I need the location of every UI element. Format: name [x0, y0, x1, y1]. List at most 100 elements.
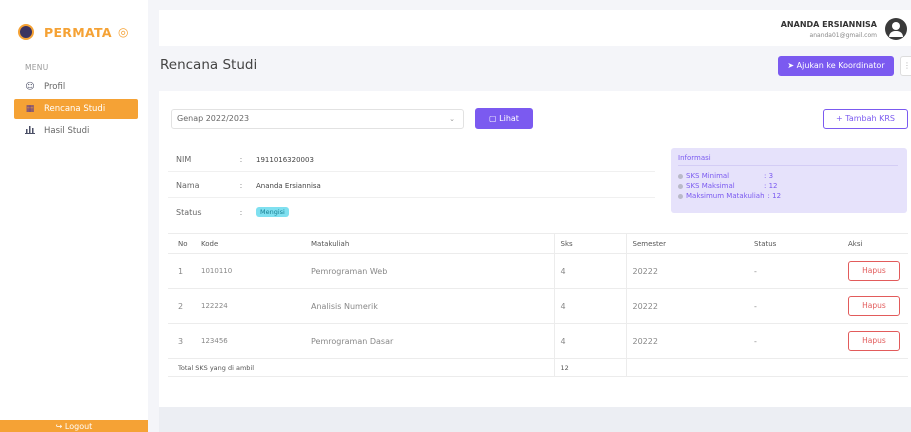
nama-value: Ananda Ersiannisa [256, 181, 321, 190]
informasi-item: SKS Minimal : 3 [678, 172, 773, 180]
nim-label: NIM [176, 155, 192, 164]
col-header-matakuliah: Matakuliah [311, 233, 554, 254]
sidebar-item-label: Hasil Studi [44, 126, 90, 136]
sidebar-item-label: Profil [44, 82, 66, 92]
hapus-button[interactable]: Hapus [848, 261, 900, 281]
book-icon: ▦ [25, 104, 35, 114]
cell-aksi: Hapus [840, 253, 908, 289]
menu-title: MENU [25, 63, 49, 72]
cell-kode: 1010110 [201, 253, 311, 289]
cell-status: - [748, 288, 840, 324]
cell-semester: 20222 [625, 323, 748, 359]
user-email: ananda01@gmail.com [809, 32, 877, 39]
cell-sks: 4 [553, 253, 626, 289]
brand-name: PERMATA [44, 24, 112, 40]
lihat-button[interactable]: ▢ Lihat [475, 108, 533, 129]
university-logo-icon [18, 24, 34, 40]
brand[interactable]: PERMATA [18, 24, 112, 40]
informasi-value: : 3 [764, 172, 774, 180]
status-row: Status : Mengisi [168, 200, 655, 224]
topbar: ANANDA ERSIANNISA ananda01@gmail.com [159, 10, 911, 46]
nama-label: Nama [176, 181, 200, 190]
nim-value: 1911016320003 [256, 155, 314, 164]
nama-row: Nama : Ananda Ersiannisa [168, 174, 655, 198]
user-icon: ☺ [25, 82, 35, 92]
col-header-kode: Kode [201, 233, 311, 254]
bullet-icon [678, 174, 683, 179]
table-header-row: No Kode Matakuliah Sks Semester Status A… [168, 233, 908, 254]
informasi-key: SKS Minimal [686, 172, 730, 180]
hapus-button[interactable]: Hapus [848, 296, 900, 316]
lihat-label: Lihat [499, 114, 519, 123]
cell-matakuliah: Pemrograman Dasar [311, 323, 554, 359]
more-options-button[interactable]: ⋮ [900, 56, 911, 76]
separator: : [239, 181, 243, 190]
bar-chart-icon [24, 125, 36, 137]
user-name: ANANDA ERSIANNISA [780, 20, 877, 29]
cell-aksi: Hapus [840, 323, 908, 359]
logout-button[interactable]: ↪ Logout [0, 420, 148, 432]
bullet-icon [678, 184, 683, 189]
col-header-no: No [168, 233, 201, 254]
send-icon: ➤ [787, 61, 795, 70]
tambah-label: Tambah KRS [845, 114, 895, 123]
status-label: Status [176, 207, 202, 217]
cell-status: - [748, 323, 840, 359]
sidebar-item-hasil-studi[interactable]: Hasil Studi [14, 121, 138, 141]
total-empty [748, 358, 908, 377]
cell-no: 2 [168, 288, 201, 324]
informasi-item: SKS Maksimal : 12 [678, 182, 778, 190]
nim-row: NIM : 1911016320003 [168, 148, 655, 172]
col-header-sks: Sks [553, 233, 626, 254]
col-header-status: Status [748, 233, 840, 254]
bullet-icon [678, 194, 683, 199]
col-header-semester: Semester [625, 233, 748, 254]
informasi-value: : 12 [767, 192, 782, 200]
status-value-wrap: Mengisi [256, 207, 289, 217]
divider [678, 165, 898, 166]
informasi-item: Maksimum Matakuliah : 12 [678, 192, 781, 200]
semester-select-value: Genap 2022/2023 [177, 114, 250, 123]
ajukan-koordinator-button[interactable]: ➤ Ajukan ke Koordinator [778, 56, 894, 76]
plus-icon: + [836, 114, 843, 123]
krs-table: No Kode Matakuliah Sks Semester Status A… [168, 233, 908, 377]
sidebar-item-profil[interactable]: ☺ Profil [14, 77, 138, 97]
status-badge: Mengisi [256, 207, 289, 217]
circle-target-icon[interactable]: ◎ [118, 25, 128, 39]
total-row: Total SKS yang di ambil 12 [168, 358, 908, 377]
col-header-aksi: Aksi [840, 233, 908, 254]
informasi-key: SKS Maksimal [686, 182, 735, 190]
cell-sks: 4 [553, 288, 626, 324]
tambah-krs-button[interactable]: + Tambah KRS [823, 109, 908, 129]
cell-no: 1 [168, 253, 201, 289]
cell-matakuliah: Analisis Numerik [311, 288, 554, 324]
sidebar-item-rencana-studi[interactable]: ▦ Rencana Studi [14, 99, 138, 119]
page-title: Rencana Studi [160, 57, 258, 73]
cell-semester: 20222 [625, 253, 748, 289]
footer-band [159, 407, 911, 432]
table-row: 3 123456 Pemrograman Dasar 4 20222 - Hap… [168, 323, 908, 359]
avatar-icon[interactable] [885, 18, 907, 40]
semester-select[interactable]: Genap 2022/2023 ⌄ [171, 109, 464, 129]
table-row: 1 1010110 Pemrograman Web 4 20222 - Hapu… [168, 253, 908, 289]
separator: : [239, 207, 243, 217]
cell-aksi: Hapus [840, 288, 908, 324]
chevron-down-icon: ⌄ [449, 115, 455, 123]
sidebar: PERMATA ◎ MENU ☺ Profil ▦ Rencana Studi … [0, 0, 148, 432]
cell-matakuliah: Pemrograman Web [311, 253, 554, 289]
total-label: Total SKS yang di ambil [168, 358, 554, 377]
cell-semester: 20222 [625, 288, 748, 324]
informasi-key: Maksimum Matakuliah [686, 192, 765, 200]
separator: : [239, 155, 243, 164]
informasi-value: : 12 [764, 182, 778, 190]
total-empty [625, 358, 748, 377]
informasi-title: Informasi [678, 154, 711, 162]
cell-kode: 123456 [201, 323, 311, 359]
table-row: 2 122224 Analisis Numerik 4 20222 - Hapu… [168, 288, 908, 324]
view-icon: ▢ [489, 114, 497, 123]
sidebar-item-label: Rencana Studi [44, 104, 106, 114]
hapus-button[interactable]: Hapus [848, 331, 900, 351]
total-value: 12 [553, 358, 626, 377]
cell-sks: 4 [553, 323, 626, 359]
cell-status: - [748, 253, 840, 289]
